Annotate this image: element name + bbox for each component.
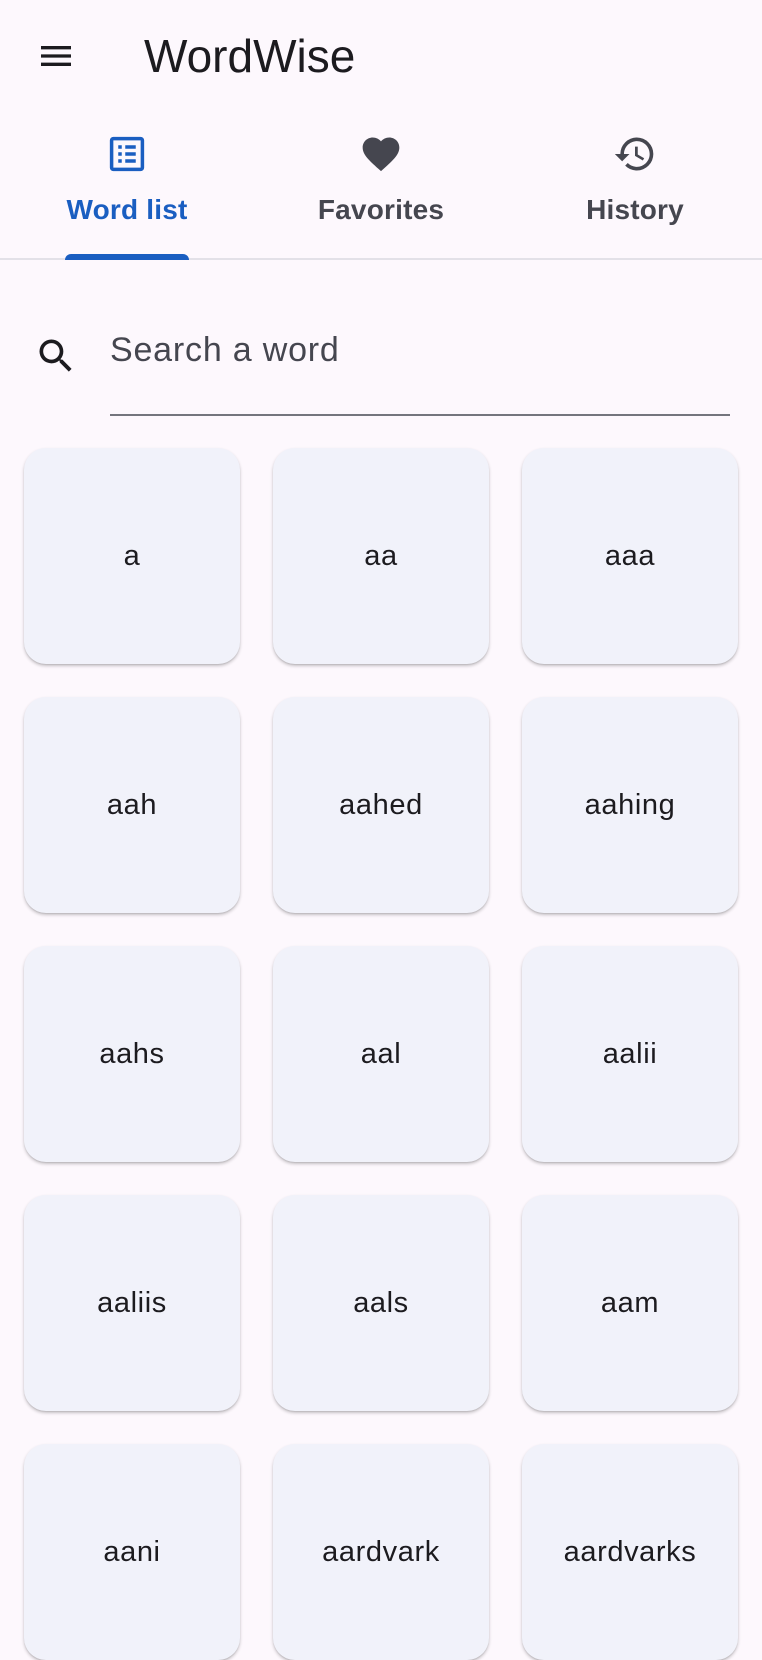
word-card-label: aals [353, 1286, 409, 1319]
word-card[interactable]: aam [522, 1195, 738, 1411]
word-card-label: aani [103, 1535, 161, 1568]
word-card-label: aahing [584, 788, 676, 821]
list-alt-icon [103, 130, 151, 178]
word-card-label: aalii [602, 1037, 658, 1070]
active-tab-indicator [65, 254, 189, 260]
word-card-label: aam [600, 1286, 660, 1319]
tab-label: Word list [66, 194, 188, 225]
word-card-label: aaliis [97, 1286, 167, 1319]
word-card-label: aaa [604, 539, 656, 572]
tab-label: Favorites [317, 194, 445, 225]
word-card[interactable]: aaliis [24, 1195, 240, 1411]
word-grid: a aa aaa aah aahed aahing aahs aal aalii aaliis aa… [24, 448, 740, 1660]
word-card[interactable]: aal [273, 946, 489, 1162]
word-card-label: aardvark [322, 1535, 440, 1568]
tab-favorites[interactable]: Favorites [254, 112, 508, 258]
word-card[interactable]: aa [273, 448, 489, 664]
word-card[interactable]: aahed [273, 697, 489, 913]
menu-button[interactable] [20, 20, 92, 92]
tab-history[interactable]: History [508, 112, 762, 258]
word-card[interactable]: aardvark [273, 1444, 489, 1660]
menu-icon [41, 46, 71, 66]
word-card[interactable]: aardvarks [522, 1444, 738, 1660]
word-card-label: aah [106, 788, 158, 821]
word-card[interactable]: aaa [522, 448, 738, 664]
word-card[interactable]: a [24, 448, 240, 664]
word-card[interactable]: aani [24, 1444, 240, 1660]
tab-bar: Word list Favorites History [0, 112, 762, 260]
word-card-label: a [123, 539, 141, 572]
word-card[interactable]: aals [273, 1195, 489, 1411]
search-icon [39, 339, 72, 372]
app-title: WordWise [144, 30, 356, 82]
search-input[interactable] [110, 316, 730, 416]
word-card[interactable]: aahing [522, 697, 738, 913]
tab-word-list[interactable]: Word list [0, 112, 254, 260]
word-card[interactable]: aahs [24, 946, 240, 1162]
word-card-label: aahed [339, 788, 423, 821]
history-icon [611, 130, 659, 178]
word-card[interactable]: aah [24, 697, 240, 913]
word-card-label: aa [364, 539, 398, 572]
heart-icon [357, 130, 405, 178]
word-card-label: aal [360, 1037, 402, 1070]
top-app-bar: WordWise [0, 0, 762, 112]
tab-label: History [586, 194, 684, 225]
word-card-label: aahs [99, 1037, 165, 1070]
word-card-label: aardvarks [563, 1535, 697, 1568]
word-card[interactable]: aalii [522, 946, 738, 1162]
search-bar [0, 300, 762, 424]
